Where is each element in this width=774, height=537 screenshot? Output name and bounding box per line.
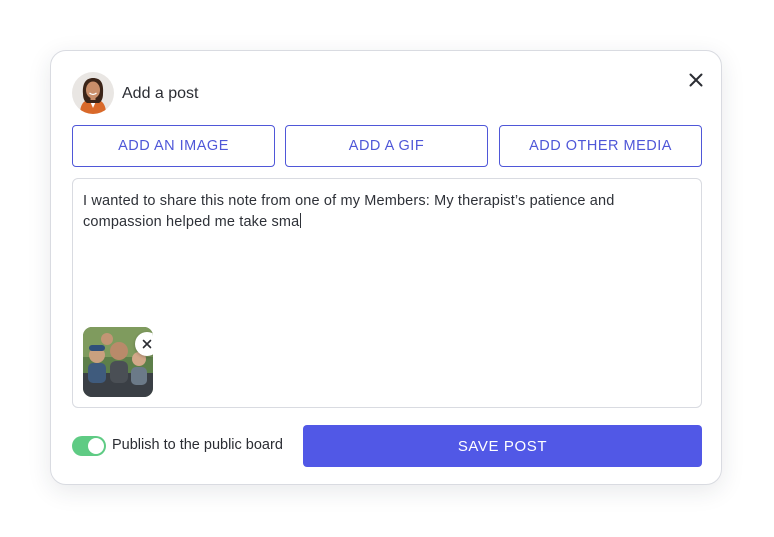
avatar <box>72 72 114 114</box>
dialog-header: Add a post <box>72 72 199 114</box>
add-other-media-button[interactable]: ADD OTHER MEDIA <box>499 125 702 167</box>
publish-toggle[interactable] <box>72 436 106 456</box>
add-gif-button[interactable]: ADD A GIF <box>285 125 488 167</box>
remove-attachment-button[interactable] <box>135 332 153 356</box>
media-buttons: ADD AN IMAGE ADD A GIF ADD OTHER MEDIA <box>72 125 702 167</box>
toggle-knob <box>88 438 104 454</box>
dialog-title: Add a post <box>122 85 199 102</box>
close-icon <box>142 339 152 349</box>
add-image-button[interactable]: ADD AN IMAGE <box>72 125 275 167</box>
dialog-footer: Publish to the public board SAVE POST <box>72 425 702 467</box>
post-text: I wanted to share this note from one of … <box>83 193 615 230</box>
add-post-dialog: Add a post ADD AN IMAGE ADD A GIF ADD OT… <box>50 50 722 485</box>
text-caret <box>300 213 302 228</box>
save-post-button[interactable]: SAVE POST <box>303 425 702 467</box>
post-text-area[interactable]: I wanted to share this note from one of … <box>72 178 702 408</box>
close-button[interactable] <box>685 69 707 91</box>
attached-image-thumbnail[interactable] <box>83 327 153 397</box>
post-text-content: I wanted to share this note from one of … <box>83 191 683 233</box>
publish-toggle-label: Publish to the public board <box>112 437 283 453</box>
close-icon <box>689 73 703 87</box>
